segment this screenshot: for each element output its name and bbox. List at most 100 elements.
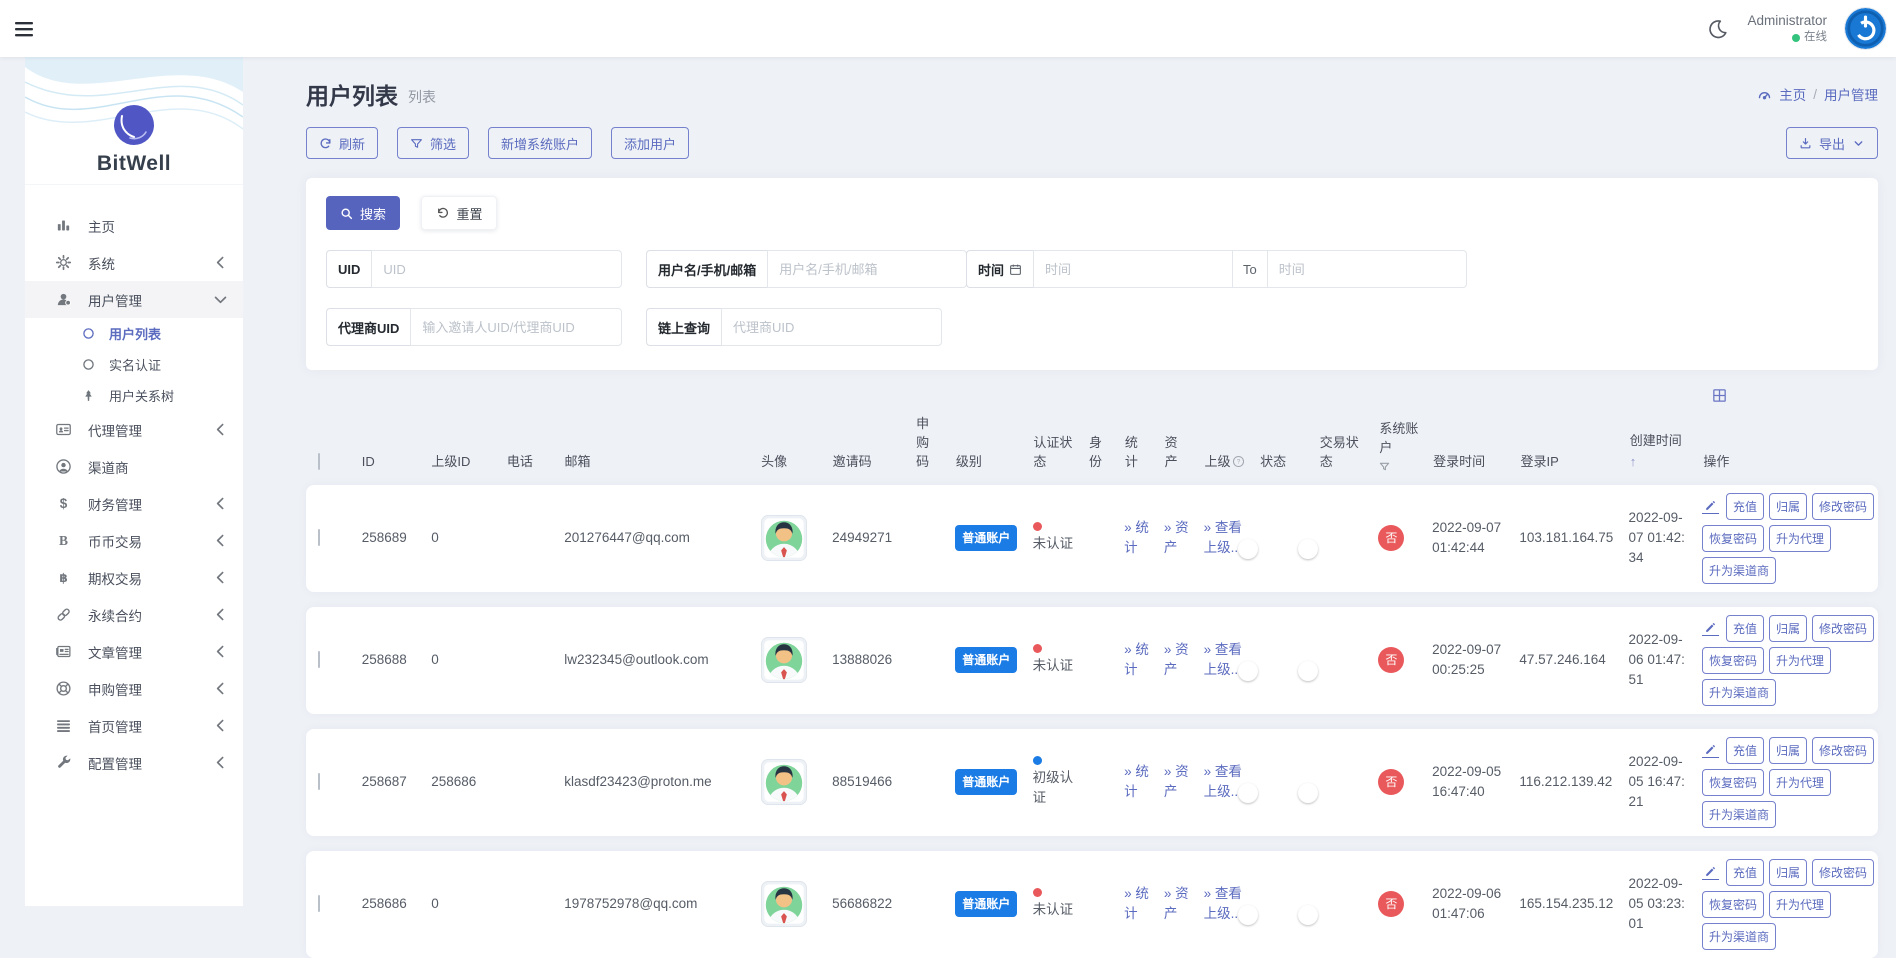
- ownership-button[interactable]: 归属: [1769, 859, 1807, 886]
- ownership-button[interactable]: 归属: [1769, 615, 1807, 642]
- row-checkbox[interactable]: [318, 895, 320, 912]
- refresh-button[interactable]: 刷新: [306, 127, 378, 159]
- search-submit-button[interactable]: 搜索: [326, 196, 400, 230]
- stats-link[interactable]: » 统计: [1124, 642, 1149, 677]
- change-password-button[interactable]: 修改密码: [1812, 859, 1874, 886]
- recharge-button[interactable]: 充值: [1726, 493, 1764, 520]
- cell-id: 258686: [362, 894, 418, 914]
- level-badge: 普通账户: [955, 891, 1017, 917]
- time-to-input[interactable]: [1267, 250, 1467, 288]
- user-info[interactable]: Administrator 在线: [1747, 12, 1827, 46]
- bitwell-sphere-icon: [113, 104, 155, 146]
- sidebar-item-0[interactable]: 主页: [25, 207, 243, 244]
- assets-link[interactable]: » 资产: [1164, 520, 1189, 555]
- restore-password-button[interactable]: 恢复密码: [1702, 525, 1764, 552]
- view-parent-link[interactable]: » 查看上级...: [1204, 520, 1242, 555]
- sidebar-item-3[interactable]: 代理管理: [25, 411, 243, 448]
- add-system-account-button[interactable]: 新增系统账户: [488, 127, 592, 159]
- time-field-group: 时间 To: [966, 250, 1368, 288]
- user-avatar[interactable]: [1845, 8, 1886, 49]
- sidebar-item-12[interactable]: 配置管理: [25, 744, 243, 781]
- sidebar-item-1[interactable]: 系统: [25, 244, 243, 281]
- sidebar-subitem-2-0[interactable]: 用户列表: [25, 318, 243, 349]
- hamburger-menu-icon[interactable]: [12, 17, 36, 41]
- chain-query-input[interactable]: [721, 308, 942, 346]
- promote-channel-button[interactable]: 升为渠道商: [1702, 801, 1776, 828]
- sidebar-item-6[interactable]: B币币交易: [25, 522, 243, 559]
- ownership-button[interactable]: 归属: [1769, 493, 1807, 520]
- dark-mode-moon-icon[interactable]: [1707, 18, 1729, 40]
- stats-link[interactable]: » 统计: [1124, 764, 1149, 799]
- sort-ascending-icon[interactable]: ↑: [1630, 453, 1690, 472]
- breadcrumb-home[interactable]: 主页: [1779, 84, 1806, 104]
- sidebar-item-9[interactable]: 文章管理: [25, 633, 243, 670]
- restore-password-button[interactable]: 恢复密码: [1702, 769, 1764, 796]
- sidebar-item-label: 币币交易: [88, 531, 196, 551]
- column-filter-funnel-icon[interactable]: [1379, 461, 1390, 472]
- sidebar-item-11[interactable]: 首页管理: [25, 707, 243, 744]
- stats-link[interactable]: » 统计: [1124, 520, 1149, 555]
- undo-icon: [436, 207, 449, 220]
- change-password-button[interactable]: 修改密码: [1812, 493, 1874, 520]
- promote-channel-button[interactable]: 升为渠道商: [1702, 557, 1776, 584]
- user-avatar-image[interactable]: [761, 881, 807, 927]
- question-circle-icon: ?: [1232, 455, 1245, 468]
- filter-button[interactable]: 筛选: [397, 127, 469, 159]
- assets-link[interactable]: » 资产: [1164, 642, 1189, 677]
- agent-uid-input[interactable]: [410, 308, 622, 346]
- sidebar-item-10[interactable]: 申购管理: [25, 670, 243, 707]
- change-password-button[interactable]: 修改密码: [1812, 737, 1874, 764]
- assets-link[interactable]: » 资产: [1164, 764, 1189, 799]
- user-avatar-image[interactable]: [761, 637, 807, 683]
- recharge-button[interactable]: 充值: [1726, 859, 1764, 886]
- select-all-checkbox[interactable]: [318, 453, 320, 470]
- user-avatar-image[interactable]: [761, 515, 807, 561]
- assets-link[interactable]: » 资产: [1164, 886, 1189, 921]
- recharge-button[interactable]: 充值: [1726, 737, 1764, 764]
- ownership-button[interactable]: 归属: [1769, 737, 1807, 764]
- user-avatar-image[interactable]: [761, 759, 807, 805]
- view-parent-link[interactable]: » 查看上级...: [1204, 764, 1242, 799]
- restore-password-button[interactable]: 恢复密码: [1702, 647, 1764, 674]
- edit-pencil-icon[interactable]: [1702, 743, 1719, 758]
- export-button[interactable]: 导出: [1786, 127, 1878, 159]
- sidebar-item-4[interactable]: 渠道商: [25, 448, 243, 485]
- search-reset-button[interactable]: 重置: [421, 196, 497, 230]
- uid-input[interactable]: [371, 250, 622, 288]
- promote-agent-button[interactable]: 升为代理: [1769, 525, 1831, 552]
- edit-pencil-icon[interactable]: [1702, 499, 1719, 514]
- cell-login-time: 2022-09-05 16:47:40: [1432, 762, 1505, 803]
- breadcrumb-current[interactable]: 用户管理: [1824, 84, 1878, 104]
- change-password-button[interactable]: 修改密码: [1812, 615, 1874, 642]
- time-from-input[interactable]: [1033, 250, 1233, 288]
- sidebar-item-5[interactable]: $财务管理: [25, 485, 243, 522]
- row-checkbox[interactable]: [318, 651, 320, 668]
- table-columns-icon[interactable]: [1711, 387, 1728, 404]
- promote-channel-button[interactable]: 升为渠道商: [1702, 923, 1776, 950]
- add-user-button[interactable]: 添加用户: [611, 127, 689, 159]
- recharge-button[interactable]: 充值: [1726, 615, 1764, 642]
- edit-pencil-icon[interactable]: [1702, 865, 1719, 880]
- row-checkbox[interactable]: [318, 529, 320, 546]
- level-badge: 普通账户: [955, 525, 1017, 551]
- promote-agent-button[interactable]: 升为代理: [1769, 647, 1831, 674]
- row-checkbox[interactable]: [318, 773, 320, 790]
- sidebar-item-7[interactable]: ฿期权交易: [25, 559, 243, 596]
- cell-login-time: 2022-09-07 01:42:44: [1432, 518, 1505, 559]
- sidebar-subitem-2-1[interactable]: 实名认证: [25, 349, 243, 380]
- sidebar-item-8[interactable]: 永续合约: [25, 596, 243, 633]
- online-status-dot: [1792, 34, 1800, 42]
- stats-link[interactable]: » 统计: [1124, 886, 1149, 921]
- view-parent-link[interactable]: » 查看上级...: [1204, 642, 1242, 677]
- view-parent-link[interactable]: » 查看上级...: [1204, 886, 1242, 921]
- restore-password-button[interactable]: 恢复密码: [1702, 891, 1764, 918]
- account-input[interactable]: [767, 250, 967, 288]
- edit-pencil-icon[interactable]: [1702, 621, 1719, 636]
- sidebar-item-2[interactable]: 用户管理: [25, 281, 243, 318]
- promote-agent-button[interactable]: 升为代理: [1769, 891, 1831, 918]
- sidebar-subitem-2-2[interactable]: 用户关系树: [25, 380, 243, 411]
- brand-logo[interactable]: BitWell: [25, 57, 243, 185]
- promote-agent-button[interactable]: 升为代理: [1769, 769, 1831, 796]
- promote-channel-button[interactable]: 升为渠道商: [1702, 679, 1776, 706]
- column-header-created_at[interactable]: 创建时间↑: [1630, 432, 1690, 472]
